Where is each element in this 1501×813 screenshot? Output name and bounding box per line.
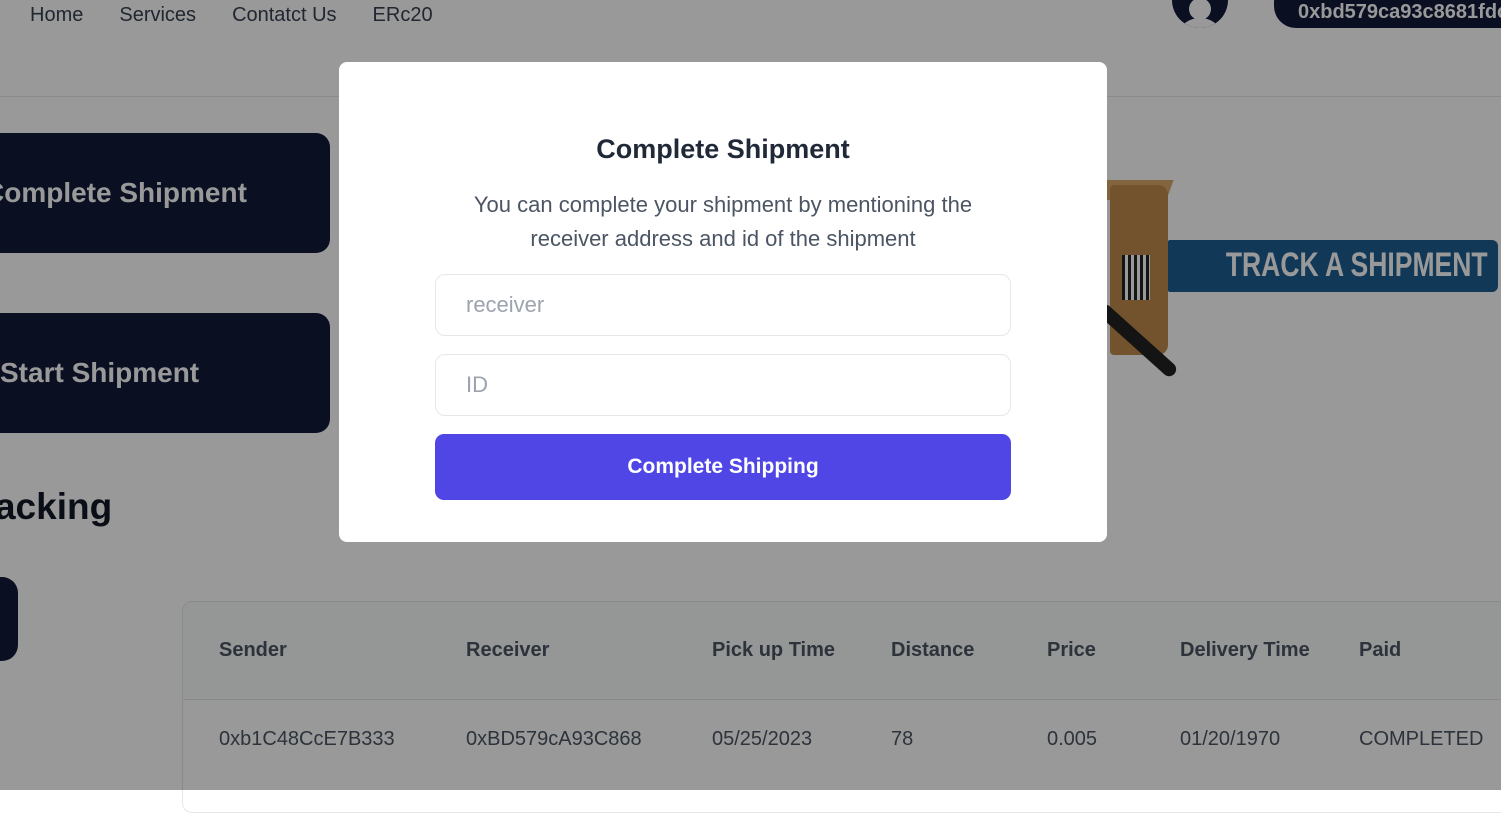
shipment-id-input[interactable]: [435, 354, 1011, 416]
complete-shipment-modal: Complete Shipment You can complete your …: [339, 62, 1107, 542]
modal-description: You can complete your shipment by mentio…: [473, 192, 973, 251]
complete-shipping-button[interactable]: Complete Shipping: [435, 434, 1011, 500]
receiver-input[interactable]: [435, 274, 1011, 336]
modal-title: Complete Shipment: [596, 134, 850, 164]
